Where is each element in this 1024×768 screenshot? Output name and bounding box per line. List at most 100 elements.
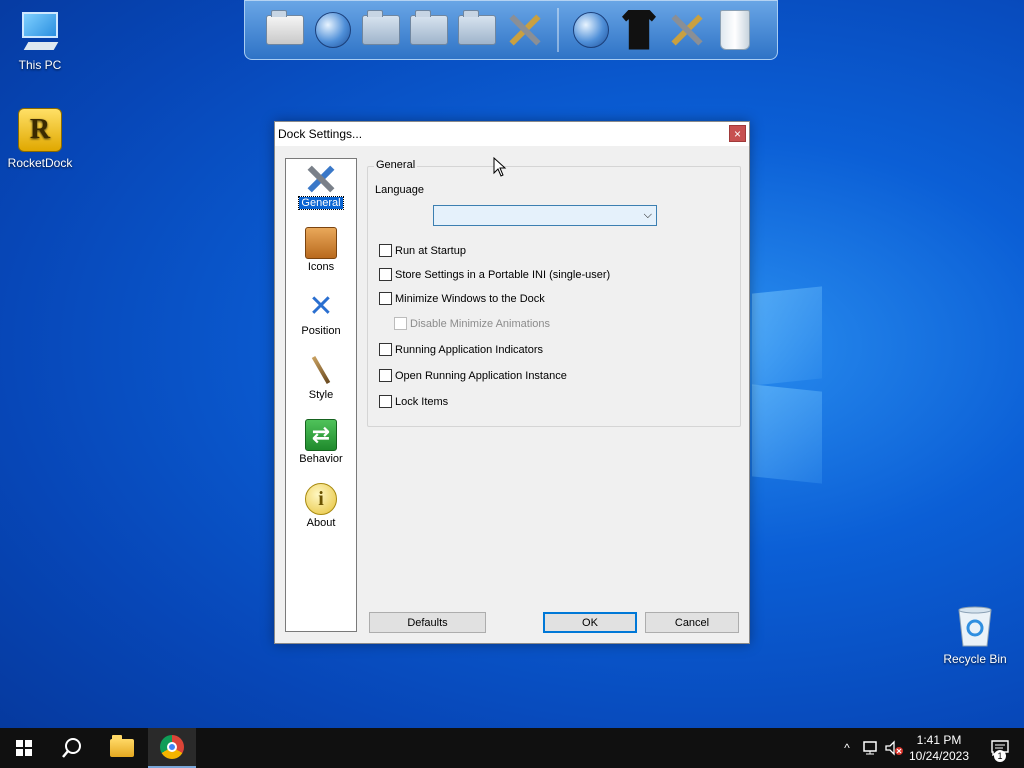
sidebar-item-label: Behavior — [299, 453, 343, 465]
windows-logo-icon — [16, 740, 32, 756]
tray-overflow-chevron-icon[interactable]: ^ — [838, 741, 856, 755]
globe-icon — [573, 11, 609, 48]
dialog-titlebar[interactable]: Dock Settings... — [275, 122, 749, 146]
option-portable-ini[interactable]: Store Settings in a Portable INI (single… — [379, 268, 610, 281]
option-disable-minimize-animations: Disable Minimize Animations — [394, 317, 550, 330]
info-icon: i — [305, 483, 337, 515]
sidebar-item-label: Style — [308, 389, 334, 401]
sidebar-item-label: Position — [301, 325, 341, 337]
clock-time: 1:41 PM — [916, 733, 962, 747]
language-dropdown[interactable]: ⌵ — [433, 205, 657, 226]
rocketdock-bar — [244, 0, 778, 60]
dock-item-tools-folder[interactable] — [503, 6, 547, 54]
checkbox[interactable] — [379, 244, 392, 257]
recycle-bin-icon — [720, 9, 750, 50]
dock-item-globe-document[interactable] — [311, 6, 355, 54]
dock-item-notes[interactable] — [263, 6, 307, 54]
option-label: Store Settings in a Portable INI (single… — [395, 268, 611, 281]
sidebar-item-position[interactable]: ✕ Position — [286, 290, 356, 338]
sidebar-item-style[interactable]: Style — [286, 355, 356, 401]
desktop-icon-label: RocketDock — [7, 156, 73, 170]
desktop-icon-recycle-bin[interactable]: Recycle Bin — [935, 604, 1015, 666]
desktop-icon-this-pc[interactable]: This PC — [0, 10, 80, 72]
chrome-icon — [160, 735, 184, 759]
option-run-at-startup[interactable]: Run at Startup — [379, 244, 466, 257]
network-icon[interactable] — [862, 740, 880, 756]
dock-item-recycle-bin[interactable] — [713, 6, 757, 54]
sidebar-item-label: Icons — [307, 261, 335, 273]
sidebar-item-behavior[interactable]: ⇄ Behavior — [286, 419, 356, 465]
wallpaper-logo-pane — [752, 286, 822, 386]
option-label: Minimize Windows to the Dock — [395, 292, 545, 305]
option-minimize-to-dock[interactable]: Minimize Windows to the Dock — [379, 292, 545, 305]
defaults-button[interactable]: Defaults — [369, 612, 486, 633]
search-button[interactable] — [48, 728, 96, 768]
sidebar-item-general[interactable]: General — [286, 163, 356, 210]
group-title: General — [374, 159, 418, 171]
brush-icon — [305, 355, 337, 387]
taskbar: ^ 1:41 PM 10/24/2023 1 — [0, 728, 1024, 768]
option-label: Run at Startup — [395, 244, 466, 257]
settings-sidebar: General Icons ✕ Position Style ⇄ Behavio… — [285, 158, 357, 632]
dialog-title: Dock Settings... — [278, 127, 363, 141]
move-arrows-icon: ✕ — [308, 290, 334, 323]
checkbox[interactable] — [379, 395, 392, 408]
checkbox[interactable] — [379, 292, 392, 305]
start-button[interactable] — [0, 728, 48, 768]
sidebar-item-about[interactable]: i About — [286, 483, 356, 529]
computer-icon — [18, 10, 62, 54]
cancel-button[interactable]: Cancel — [645, 612, 739, 633]
option-label: Disable Minimize Animations — [410, 317, 550, 330]
file-explorer-icon — [110, 735, 134, 757]
clock-date: 10/24/2023 — [908, 749, 970, 763]
ok-button[interactable]: OK — [543, 612, 637, 633]
desktop-icon-rocketdock[interactable]: R RocketDock — [0, 108, 80, 170]
wallpaper-logo-pane — [752, 384, 822, 484]
dock-item-videos[interactable] — [455, 6, 499, 54]
box-icon — [305, 227, 337, 259]
option-label: Running Application Indicators — [395, 343, 543, 356]
hammer-icon — [668, 11, 706, 49]
dock-settings-dialog: Dock Settings... × General Icons ✕ Posit… — [274, 121, 750, 644]
globe-document-icon — [315, 11, 351, 48]
dock-separator — [557, 7, 559, 52]
close-button[interactable]: × — [729, 125, 746, 142]
checkbox — [394, 317, 407, 330]
chevron-down-icon: ⌵ — [643, 209, 652, 221]
system-tray: ^ — [838, 728, 904, 768]
sidebar-item-label: General — [298, 196, 344, 210]
music-folder-icon — [410, 9, 448, 45]
taskbar-file-explorer[interactable] — [98, 728, 146, 768]
videos-folder-icon — [458, 9, 496, 45]
rocketdock-icon: R — [18, 108, 62, 152]
option-open-running-instance[interactable]: Open Running Application Instance — [379, 369, 567, 382]
desktop-icon-label: This PC — [18, 58, 62, 72]
tshirt-icon — [622, 9, 656, 50]
checkbox[interactable] — [379, 369, 392, 382]
option-label: Open Running Application Instance — [395, 369, 567, 382]
tools-folder-icon — [506, 11, 544, 49]
taskbar-chrome[interactable] — [148, 728, 196, 768]
language-label: Language — [375, 184, 424, 196]
search-icon — [62, 738, 81, 758]
dock-item-globe[interactable] — [569, 6, 613, 54]
sidebar-item-label: About — [306, 517, 336, 529]
dock-item-tshirt[interactable] — [617, 6, 661, 54]
tools-icon — [305, 163, 337, 195]
recycle-bin-icon — [953, 604, 997, 648]
dock-item-documents[interactable] — [359, 6, 403, 54]
arrows-switch-icon: ⇄ — [305, 419, 337, 451]
notification-count-badge: 1 — [994, 750, 1006, 762]
notes-icon — [266, 9, 304, 45]
checkbox[interactable] — [379, 343, 392, 356]
dock-item-music[interactable] — [407, 6, 451, 54]
checkbox[interactable] — [379, 268, 392, 281]
documents-folder-icon — [362, 9, 400, 45]
dock-item-hammer[interactable] — [665, 6, 709, 54]
option-lock-items[interactable]: Lock Items — [379, 395, 448, 408]
sidebar-item-icons[interactable]: Icons — [286, 227, 356, 273]
clock[interactable]: 1:41 PM 10/24/2023 — [900, 732, 978, 764]
option-running-indicators[interactable]: Running Application Indicators — [379, 343, 543, 356]
option-label: Lock Items — [395, 395, 449, 408]
notification-center-button[interactable] — [976, 728, 1024, 768]
